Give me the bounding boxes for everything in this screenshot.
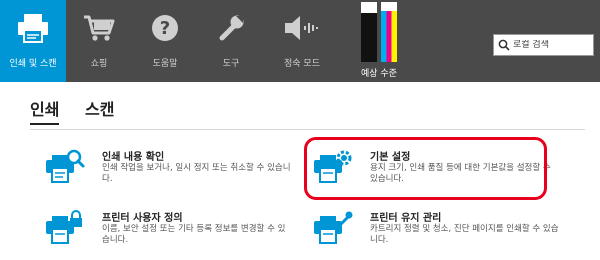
cart-icon xyxy=(66,10,132,46)
wrench-icon xyxy=(198,10,264,46)
local-search-box[interactable] xyxy=(493,34,594,56)
black-ink-level xyxy=(361,2,377,62)
quiet-mode-icon xyxy=(264,10,340,46)
card-print-queue[interactable]: 인쇄 내용 확인 인쇄 작업을 보거나, 일시 정지 또는 취소할 수 있습니다… xyxy=(44,148,294,192)
tab-scan[interactable]: 스캔 xyxy=(85,96,114,120)
toolbar-help-label: 도움말 xyxy=(152,59,178,69)
black-ink-cartridge xyxy=(361,2,377,62)
printer-lock-icon xyxy=(44,209,86,247)
toolbar-shop-button[interactable]: 쇼핑 xyxy=(66,0,132,82)
search-icon xyxy=(498,36,510,55)
toolbar-print-scan-button[interactable]: 인쇄 및 스캔 xyxy=(0,0,66,82)
card-description: 카트리지 정렬 및 청소, 진단 페이지를 인쇄할 수 있습니다. xyxy=(370,224,559,245)
printer-maintenance-icon xyxy=(312,209,354,247)
top-toolbar: 인쇄 및 스캔 쇼핑 ? 도움말 도구 정숙 모드 예상 수준 로컬 검색 xyxy=(0,0,600,82)
toolbar-shop-label: 쇼핑 xyxy=(90,59,108,69)
color-ink-cartridge xyxy=(381,2,397,62)
toolbar-help-button[interactable]: ? 도움말 xyxy=(132,0,198,82)
toolbar-print-scan-label: 인쇄 및 스캔 xyxy=(9,59,57,69)
tab-divider xyxy=(30,129,585,130)
card-title: 인쇄 내용 확인 xyxy=(102,152,165,163)
highlight-annotation xyxy=(304,137,547,200)
printer-search-icon xyxy=(44,148,86,186)
card-description: 이름, 보안 설정 또는 기타 등록 정보를 변경할 수 있습니다. xyxy=(102,224,286,245)
card-customize-printer[interactable]: 프린터 사용자 정의 이름, 보안 설정 또는 기타 등록 정보를 변경할 수 … xyxy=(44,209,294,253)
printer-icon xyxy=(0,10,66,46)
ink-levels-label: 예상 수준 xyxy=(361,69,397,79)
ink-levels-button[interactable]: 예상 수준 xyxy=(356,0,402,82)
toolbar-tools-button[interactable]: 도구 xyxy=(198,0,264,82)
card-title: 프린터 사용자 정의 xyxy=(102,213,183,224)
toolbar-quiet-mode-label: 정숙 모드 xyxy=(284,59,320,69)
search-input[interactable] xyxy=(513,40,591,50)
color-ink-level xyxy=(381,11,397,62)
tab-print[interactable]: 인쇄 xyxy=(30,96,60,125)
toolbar-quiet-mode-button[interactable]: 정숙 모드 xyxy=(264,0,340,82)
card-printer-maintenance[interactable]: 프린터 유지 관리 카트리지 정렬 및 청소, 진단 페이지를 인쇄할 수 있습… xyxy=(312,209,562,253)
help-icon: ? xyxy=(132,10,198,46)
card-description: 인쇄 작업을 보거나, 일시 정지 또는 취소할 수 있습니다. xyxy=(102,163,291,184)
card-title: 프린터 유지 관리 xyxy=(370,213,442,224)
svg-text:?: ? xyxy=(160,18,170,39)
toolbar-tools-label: 도구 xyxy=(222,59,240,69)
